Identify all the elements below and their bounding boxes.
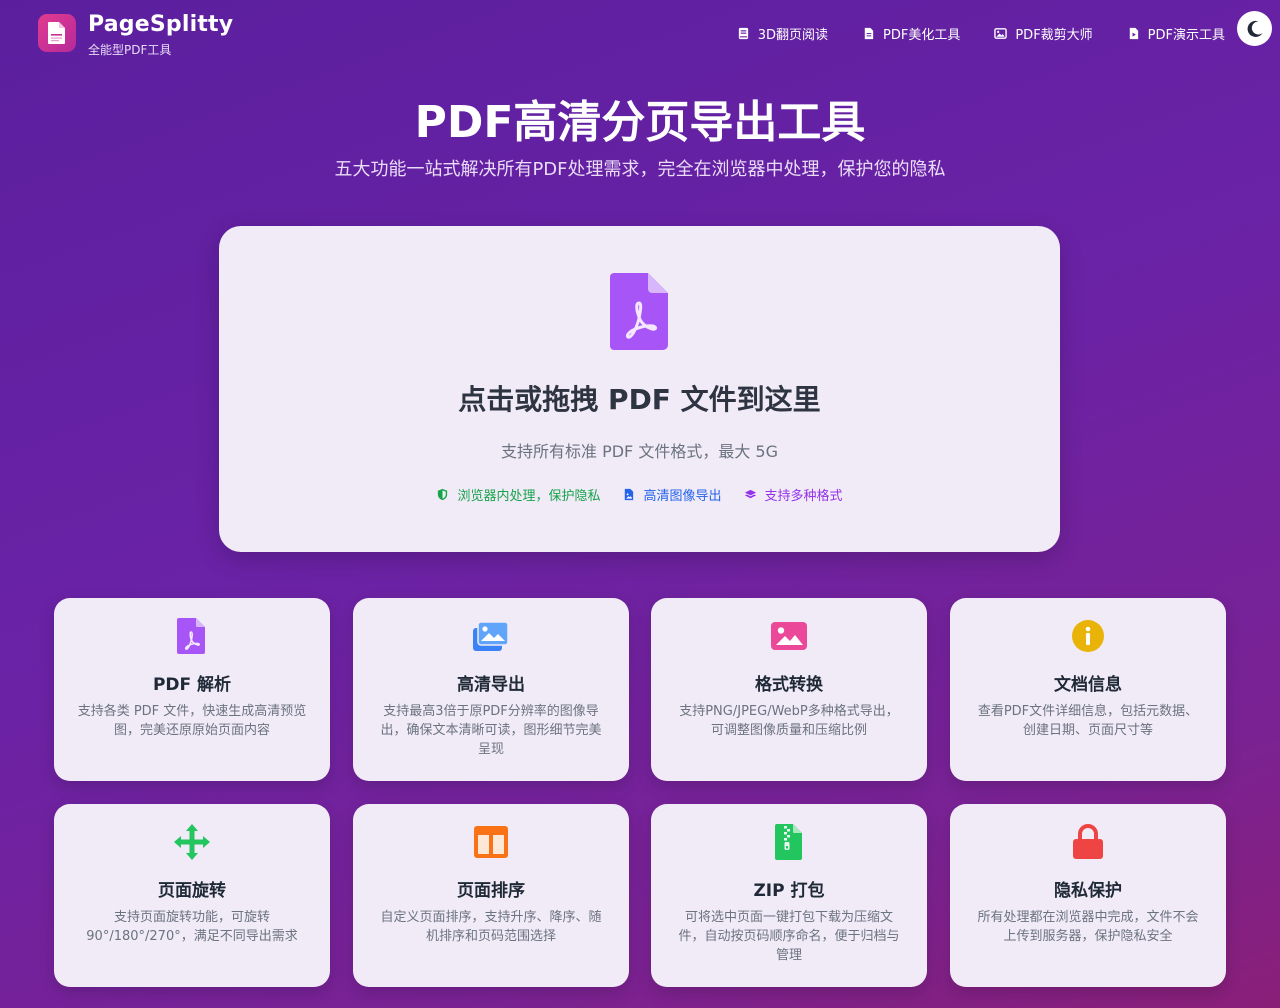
document-logo-icon [48,22,65,44]
feature-card-privacy: 隐私保护 所有处理都在浏览器中完成，文件不会上传到服务器，保护隐私安全 [950,804,1226,987]
lock-icon [1073,824,1103,859]
card-description: 可将选中页面一键打包下载为压缩文件，自动按页码顺序命名，便于归档与管理 [678,910,900,963]
brand-tagline: 全能型PDF工具 [88,43,172,57]
card-title: 高清导出 [457,675,525,695]
theme-toggle-button[interactable] [1237,11,1272,46]
page-subtitle: 五大功能一站式解决所有PDF处理需求，完全在浏览器中处理，保护您的隐私 [334,159,946,180]
file-image-icon [625,488,634,501]
nav-label: PDF演示工具 [1147,27,1225,43]
card-description: 所有处理都在浏览器中完成，文件不会上传到服务器，保护隐私安全 [977,910,1199,944]
shield-icon [438,488,448,501]
nav-item-pdf-present[interactable]: PDF演示工具 [1127,22,1225,44]
feature-card-doc-info: 文档信息 查看PDF文件详细信息，包括元数据、创建日期、页面尺寸等 [950,598,1226,781]
brand-name[interactable]: PageSplitty [88,12,233,37]
card-description: 支持PNG/JPEG/WebP多种格式导出，可调整图像质量和压缩比例 [679,704,899,738]
file-text-icon [864,27,874,39]
feature-card-page-rotate: 页面旋转 支持页面旋转功能，可旋转90°/180°/270°，满足不同导出需求 [54,804,330,987]
card-description: 支持最高3倍于原PDF分辨率的图像导出，确保文本清晰可读，图形细节完美呈现 [380,704,602,757]
nav-label: PDF裁剪大师 [1015,27,1093,43]
image-icon [994,27,1008,39]
card-description: 支持页面旋转功能，可旋转90°/180°/270°，满足不同导出需求 [86,910,298,944]
info-icon [1072,620,1104,652]
nav-label: 3D翻页阅读 [757,27,829,43]
feature-card-format-convert: 格式转换 支持PNG/JPEG/WebP多种格式导出，可调整图像质量和压缩比例 [651,598,927,781]
columns-icon [474,826,508,858]
feature-card-pdf-parse: PDF 解析 支持各类 PDF 文件，快速生成高清预览图，完美还原原始页面内容 [54,598,330,781]
nav-item-pdf-beautify[interactable]: PDF美化工具 [862,22,960,44]
feature-card-hd-export: 高清导出 支持最高3倍于原PDF分辨率的图像导出，确保文本清晰可读，图形细节完美… [353,598,629,781]
layers-icon [744,489,756,499]
badge-label: 支持多种格式 [764,489,843,504]
upload-hint: 支持所有标准 PDF 文件格式，最大 5G [500,442,778,461]
feature-card-zip-pack: ZIP 打包 可将选中页面一键打包下载为压缩文件，自动按页码顺序命名，便于归档与… [651,804,927,987]
app-logo[interactable] [38,14,76,52]
pdf-file-icon [177,618,205,654]
badge-privacy: 浏览器内处理，保护隐私 [436,485,600,504]
card-title: 格式转换 [755,675,823,695]
moon-icon [1247,20,1262,37]
upload-title: 点击或拖拽 PDF 文件到这里 [458,383,821,416]
nav-label: PDF美化工具 [883,27,961,43]
top-navigation-bar: PageSplitty 全能型PDF工具 3D翻页阅读 PDF美化工具 PDF裁… [0,0,1280,70]
images-icon [473,621,509,651]
arrows-move-icon [174,824,210,860]
card-description: 支持各类 PDF 文件，快速生成高清预览图，完美还原原始页面内容 [77,704,307,738]
card-description: 自定义页面排序，支持升序、降序、随机排序和页码范围选择 [380,910,602,944]
file-play-icon [1129,27,1138,39]
card-title: 隐私保护 [1054,881,1122,901]
card-title: PDF 解析 [152,675,232,695]
pdf-file-icon [610,273,668,350]
badge-label: 浏览器内处理，保护隐私 [457,489,601,504]
nav-item-3d-reader[interactable]: 3D翻页阅读 [737,22,828,44]
badge-label: 高清图像导出 [643,489,722,504]
image-icon [771,622,807,650]
badge-multi-format: 支持多种格式 [744,485,843,504]
nav-item-pdf-crop[interactable]: PDF裁剪大师 [994,22,1093,44]
upload-feature-badges: 浏览器内处理，保护隐私 高清图像导出 支持多种格式 [219,485,1060,504]
card-title: ZIP 打包 [753,881,825,901]
main-nav: 3D翻页阅读 PDF美化工具 PDF裁剪大师 PDF演示工具 [703,22,1225,44]
card-title: 页面排序 [457,881,525,901]
card-title: 文档信息 [1054,675,1122,695]
card-description: 查看PDF文件详细信息，包括元数据、创建日期、页面尺寸等 [977,704,1199,738]
badge-hd-export: 高清图像导出 [622,485,722,504]
book-icon [738,27,748,39]
page-title: PDF高清分页导出工具 [414,97,866,148]
zip-file-icon [775,824,802,860]
card-title: 页面旋转 [158,881,226,901]
feature-card-page-sort: 页面排序 自定义页面排序，支持升序、降序、随机排序和页码范围选择 [353,804,629,987]
